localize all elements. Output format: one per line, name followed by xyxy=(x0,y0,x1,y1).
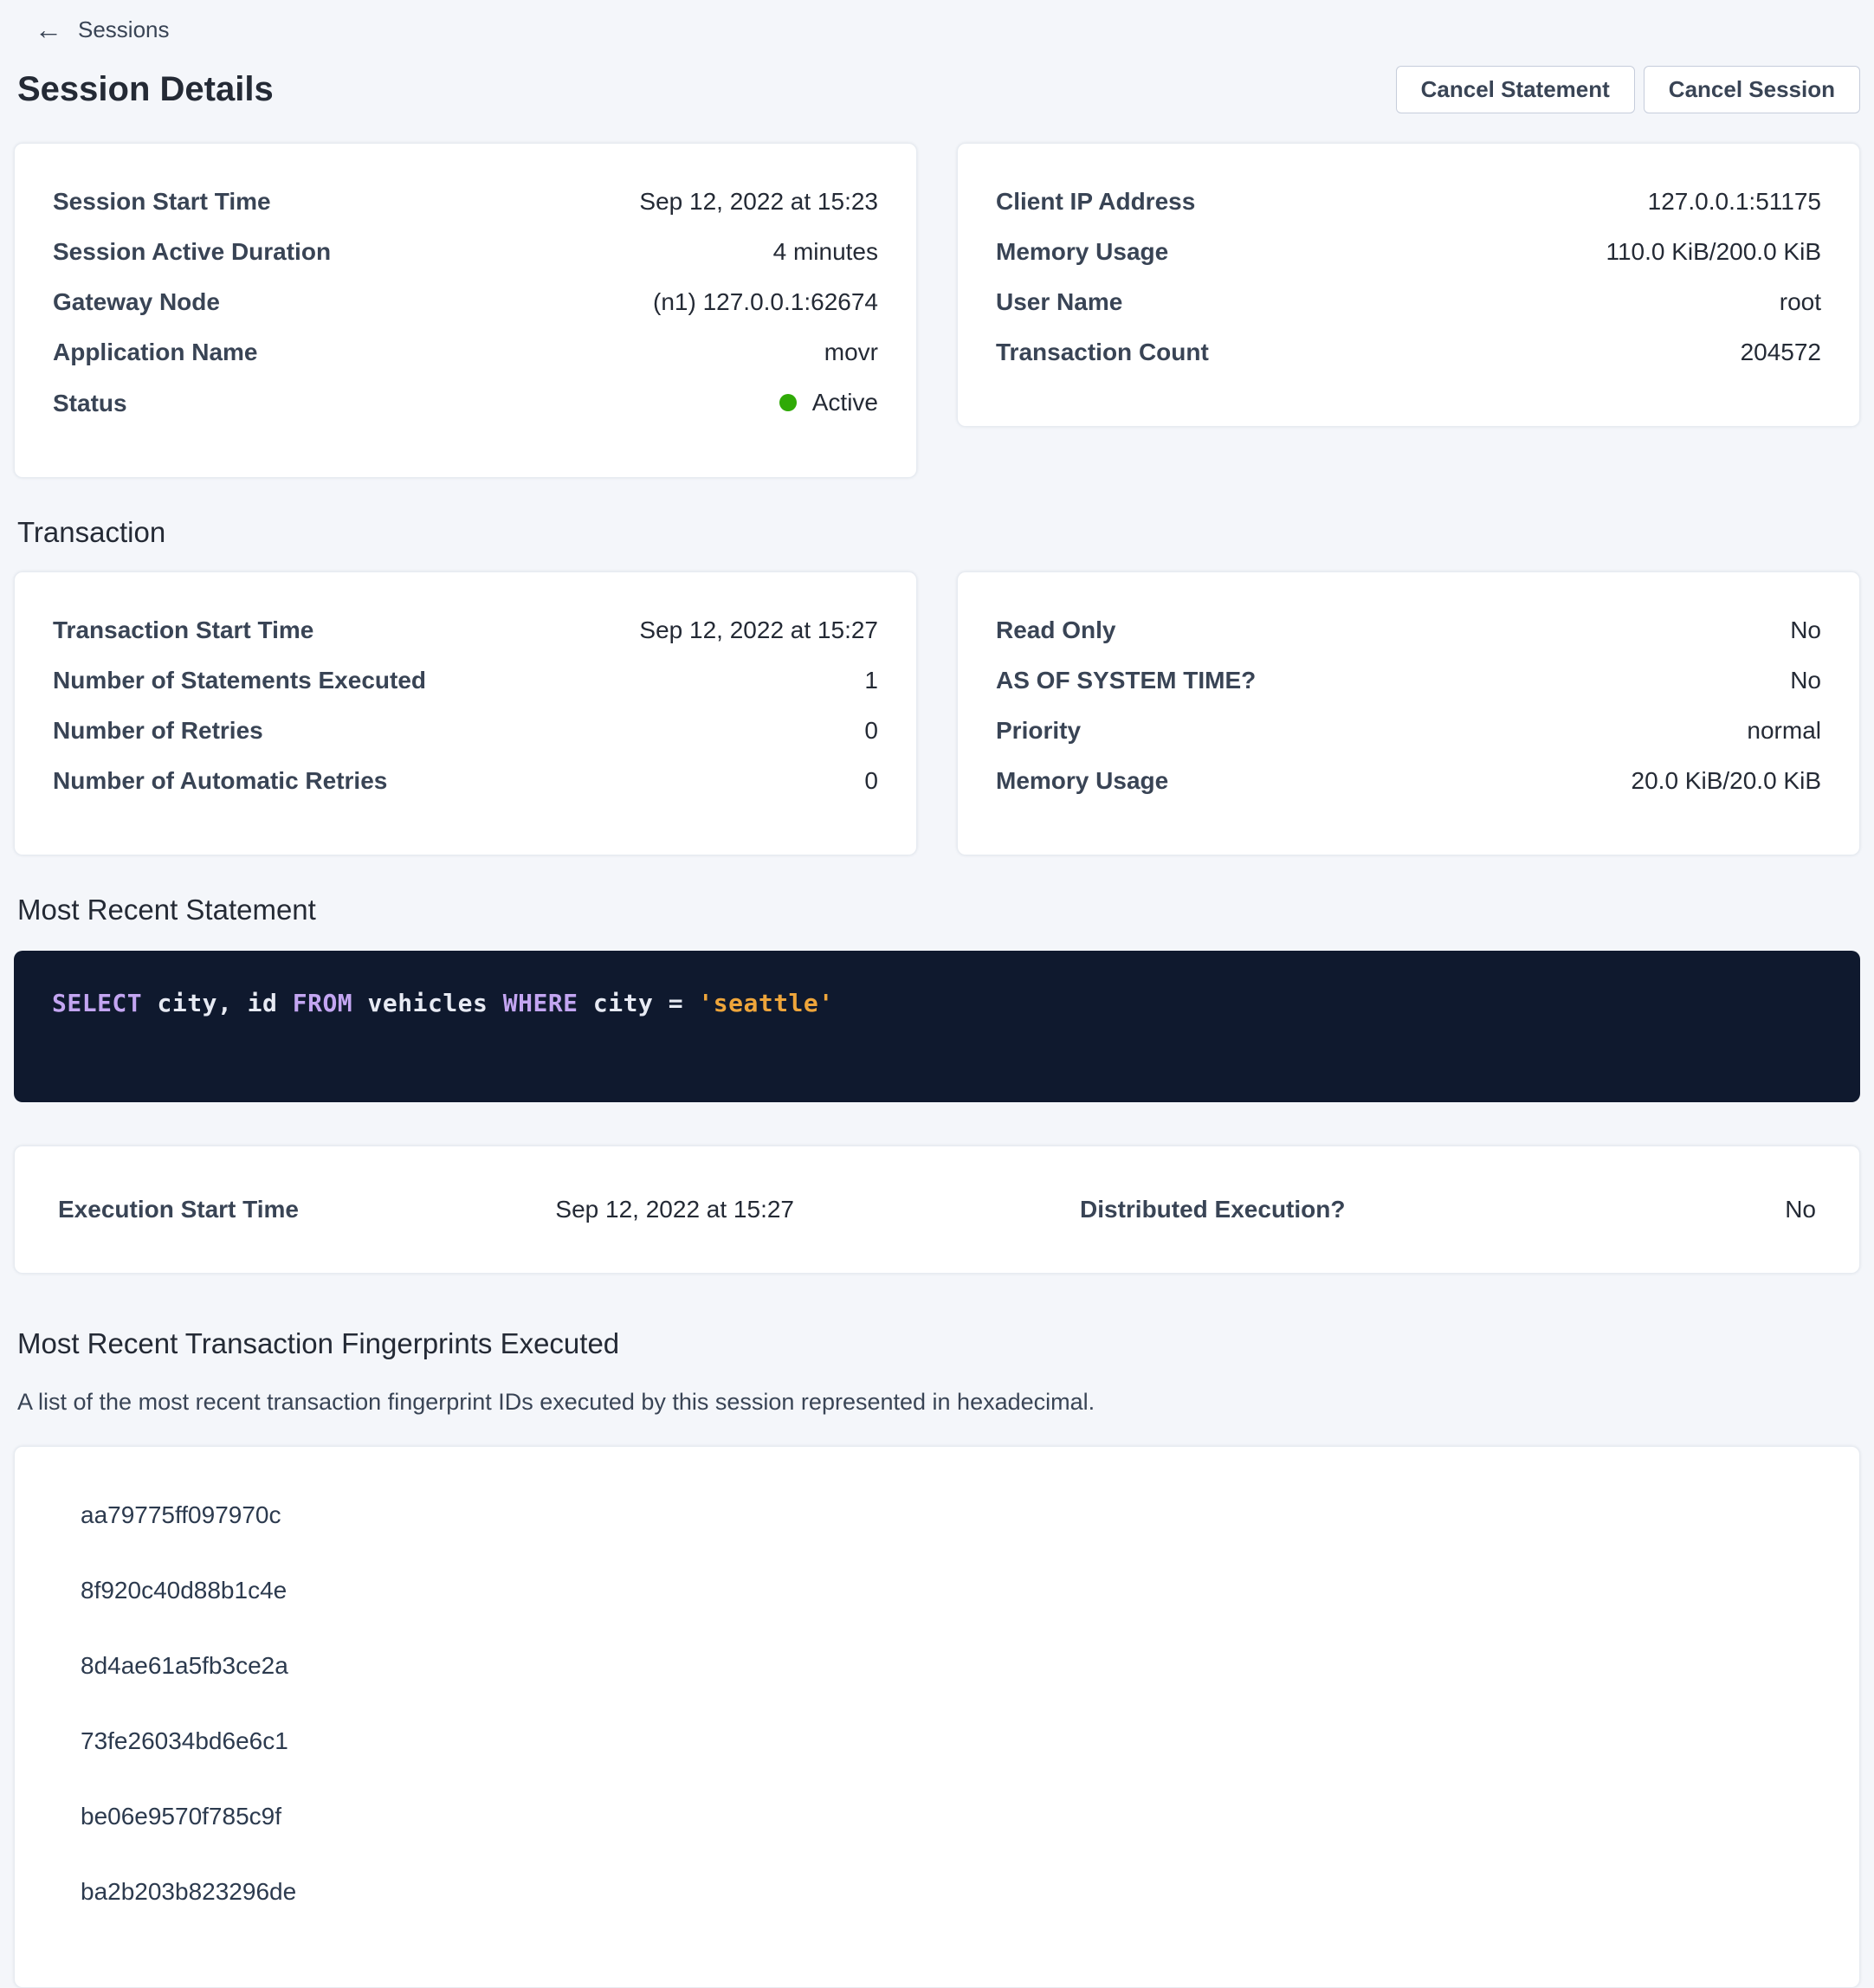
kv-label: Read Only xyxy=(996,616,1115,645)
transaction-section-heading: Transaction xyxy=(17,516,1860,549)
fingerprint-list-item: be06e9570f785c9f xyxy=(81,1802,1821,1831)
fingerprint-list-item: 8f920c40d88b1c4e xyxy=(81,1576,1821,1605)
fingerprints-section-heading: Most Recent Transaction Fingerprints Exe… xyxy=(17,1327,1860,1360)
transaction-card-right: Read Only No AS OF SYSTEM TIME? No Prior… xyxy=(957,571,1860,855)
kv-value: 4 minutes xyxy=(773,237,878,267)
cancel-session-button[interactable]: Cancel Session xyxy=(1644,66,1860,113)
kv-label: User Name xyxy=(996,287,1122,317)
sql-keyword: SELECT xyxy=(52,989,142,1017)
automatic-retries-row: Number of Automatic Retries 0 xyxy=(53,766,878,796)
kv-label: Memory Usage xyxy=(996,766,1168,796)
as-of-system-time-row: AS OF SYSTEM TIME? No xyxy=(996,666,1821,695)
kv-label: Session Active Duration xyxy=(53,237,331,267)
kv-label: Transaction Count xyxy=(996,338,1209,367)
fingerprint-list-item: 8d4ae61a5fb3ce2a xyxy=(81,1651,1821,1681)
sql-statement-box: SELECT city, id FROM vehicles WHERE city… xyxy=(14,951,1860,1102)
fingerprint-list-item: aa79775ff097970c xyxy=(81,1501,1821,1530)
transaction-card-left: Transaction Start Time Sep 12, 2022 at 1… xyxy=(14,571,917,855)
kv-value: 0 xyxy=(864,716,878,746)
application-name-row: Application Name movr xyxy=(53,338,878,367)
fingerprint-list-item: 73fe26034bd6e6c1 xyxy=(81,1727,1821,1756)
gateway-node-row: Gateway Node (n1) 127.0.0.1:62674 xyxy=(53,287,878,317)
kv-value: 1 xyxy=(864,666,878,695)
kv-value: normal xyxy=(1747,716,1821,746)
gateway-node-link[interactable]: (n1) 127.0.0.1:62674 xyxy=(653,287,878,317)
user-name-row: User Name root xyxy=(996,287,1821,317)
session-start-time-row: Session Start Time Sep 12, 2022 at 15:23 xyxy=(53,187,878,216)
kv-label: Execution Start Time xyxy=(58,1195,299,1224)
kv-label: Session Start Time xyxy=(53,187,271,216)
sql-string: 'seattle' xyxy=(698,989,833,1017)
kv-value: No xyxy=(1790,616,1821,645)
kv-label: Client IP Address xyxy=(996,187,1195,216)
statements-executed-row: Number of Statements Executed 1 xyxy=(53,666,878,695)
kv-value: 110.0 KiB/200.0 KiB xyxy=(1606,237,1821,267)
sql-text: city = xyxy=(578,989,699,1017)
memory-usage-row: Memory Usage 110.0 KiB/200.0 KiB xyxy=(996,237,1821,267)
execution-summary-card: Execution Start Time Sep 12, 2022 at 15:… xyxy=(14,1146,1860,1274)
fingerprint-list-item: ba2b203b823296de xyxy=(81,1877,1821,1907)
fingerprint-list: aa79775ff097970c 8f920c40d88b1c4e 8d4ae6… xyxy=(53,1501,1821,1907)
kv-label: Application Name xyxy=(53,338,257,367)
kv-value: 0 xyxy=(864,766,878,796)
status-badge: Active xyxy=(779,388,878,417)
breadcrumb-sessions-link[interactable]: Sessions xyxy=(78,16,170,43)
back-arrow-icon: ← xyxy=(35,16,62,43)
kv-label: AS OF SYSTEM TIME? xyxy=(996,666,1256,695)
txn-memory-usage-row: Memory Usage 20.0 KiB/20.0 KiB xyxy=(996,766,1821,796)
kv-label: Number of Statements Executed xyxy=(53,666,426,695)
breadcrumb[interactable]: ← Sessions xyxy=(35,16,170,43)
session-summary-card-left: Session Start Time Sep 12, 2022 at 15:23… xyxy=(14,143,917,478)
status-text: Active xyxy=(812,388,878,417)
kv-label: Gateway Node xyxy=(53,287,220,317)
kv-value: Sep 12, 2022 at 15:27 xyxy=(555,1195,794,1224)
title-row: Session Details Cancel Statement Cancel … xyxy=(17,66,1860,113)
header-actions: Cancel Statement Cancel Session xyxy=(1396,66,1860,113)
sql-text: vehicles xyxy=(352,989,503,1017)
session-summary-card-right: Client IP Address 127.0.0.1:51175 Memory… xyxy=(957,143,1860,427)
cancel-statement-button[interactable]: Cancel Statement xyxy=(1396,66,1635,113)
transaction-summary-row: Transaction Start Time Sep 12, 2022 at 1… xyxy=(14,571,1860,855)
kv-label: Memory Usage xyxy=(996,237,1168,267)
priority-row: Priority normal xyxy=(996,716,1821,746)
kv-label: Number of Retries xyxy=(53,716,263,746)
read-only-row: Read Only No xyxy=(996,616,1821,645)
session-summary-row: Session Start Time Sep 12, 2022 at 15:23… xyxy=(14,143,1860,478)
client-ip-row: Client IP Address 127.0.0.1:51175 xyxy=(996,187,1821,216)
page-title: Session Details xyxy=(17,70,274,109)
kv-value: Sep 12, 2022 at 15:23 xyxy=(639,187,878,216)
kv-value: 20.0 KiB/20.0 KiB xyxy=(1632,766,1821,796)
kv-label: Number of Automatic Retries xyxy=(53,766,387,796)
transaction-count-row: Transaction Count 204572 xyxy=(996,338,1821,367)
active-status-dot-icon xyxy=(779,394,797,411)
session-details-page: ← Sessions Session Details Cancel Statem… xyxy=(0,0,1874,1988)
kv-label: Transaction Start Time xyxy=(53,616,313,645)
kv-label: Priority xyxy=(996,716,1081,746)
kv-value: No xyxy=(1785,1195,1816,1224)
distributed-execution-row: Distributed Execution? No xyxy=(1080,1195,1816,1224)
execution-start-time-row: Execution Start Time Sep 12, 2022 at 15:… xyxy=(58,1195,794,1224)
session-active-duration-row: Session Active Duration 4 minutes xyxy=(53,237,878,267)
fingerprints-description: A list of the most recent transaction fi… xyxy=(17,1386,1860,1419)
fingerprints-card: aa79775ff097970c 8f920c40d88b1c4e 8d4ae6… xyxy=(14,1446,1860,1988)
kv-value: movr xyxy=(824,338,878,367)
kv-value: root xyxy=(1780,287,1821,317)
kv-value: No xyxy=(1790,666,1821,695)
kv-label: Status xyxy=(53,389,127,418)
sql-text: city, id xyxy=(142,989,293,1017)
transaction-start-time-row: Transaction Start Time Sep 12, 2022 at 1… xyxy=(53,616,878,645)
kv-value: 204572 xyxy=(1741,338,1821,367)
kv-value: 127.0.0.1:51175 xyxy=(1648,187,1821,216)
retries-row: Number of Retries 0 xyxy=(53,716,878,746)
statement-section-heading: Most Recent Statement xyxy=(17,894,1860,926)
status-row: Status Active xyxy=(53,388,878,418)
kv-value: Sep 12, 2022 at 15:27 xyxy=(639,616,878,645)
kv-label: Distributed Execution? xyxy=(1080,1195,1345,1224)
sql-keyword: WHERE xyxy=(503,989,578,1017)
sql-keyword: FROM xyxy=(293,989,352,1017)
